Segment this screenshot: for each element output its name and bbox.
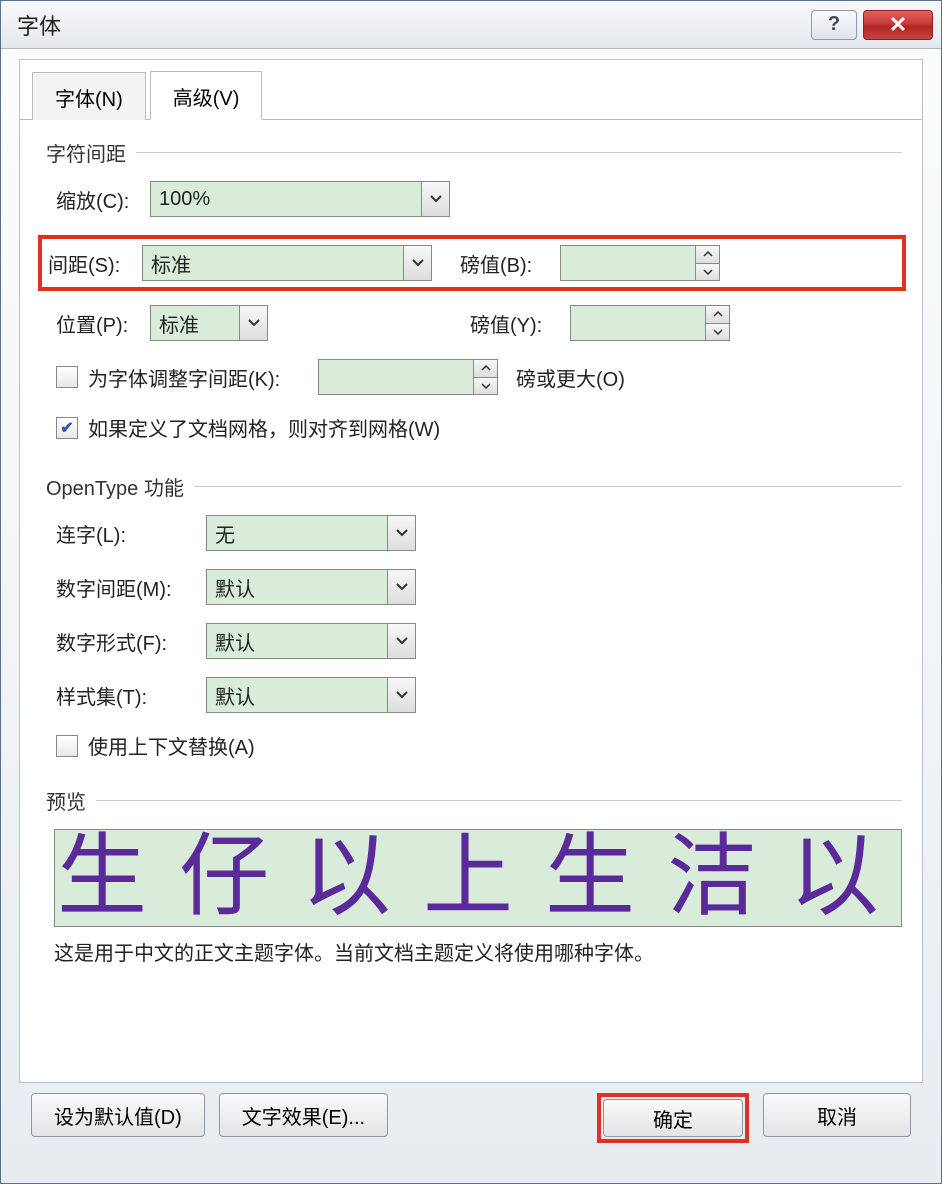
position-combo[interactable]: 标准 — [150, 305, 268, 341]
chevron-down-icon — [403, 246, 431, 280]
style-set-value: 默认 — [207, 678, 387, 712]
spinner-arrows — [705, 306, 729, 340]
tab-font[interactable]: 字体(N) — [32, 72, 146, 120]
ok-button-highlight: 确定 — [597, 1093, 749, 1143]
position-points-spinner[interactable] — [570, 305, 730, 341]
window-title: 字体 — [17, 9, 805, 41]
ok-button[interactable]: 确定 — [603, 1099, 743, 1137]
scale-label: 缩放(C): — [56, 185, 150, 214]
chevron-down-icon — [387, 678, 415, 712]
contextual-alt-checkbox[interactable] — [56, 735, 78, 757]
tab-strip: 字体(N) 高级(V) — [20, 68, 922, 120]
close-button[interactable]: ✕ — [863, 10, 933, 40]
num-form-value: 默认 — [207, 624, 387, 658]
kerning-label: 为字体调整字间距(K): — [88, 363, 318, 392]
spacing-value: 标准 — [143, 246, 403, 280]
kerning-spinner[interactable] — [318, 359, 498, 395]
chevron-down-icon — [387, 516, 415, 550]
content-panel: 字体(N) 高级(V) 字符间距 缩放(C): 100% 间距(S): 标准 — [19, 59, 923, 1083]
spacing-points-label: 磅值(B): — [460, 249, 560, 278]
position-points-value — [571, 306, 705, 340]
preview-box: 生仔以上生洁以 — [54, 829, 902, 927]
preview-description: 这是用于中文的正文主题字体。当前文档主题定义将使用哪种字体。 — [54, 937, 902, 966]
spacing-points-spinner[interactable] — [560, 245, 720, 281]
chevron-down-icon[interactable] — [696, 264, 719, 281]
text-effects-button[interactable]: 文字效果(E)... — [219, 1093, 388, 1137]
spacing-points-value — [561, 246, 695, 280]
num-form-combo[interactable]: 默认 — [206, 623, 416, 659]
group-char-spacing-title: 字符间距 — [46, 138, 902, 167]
position-points-label: 磅值(Y): — [470, 309, 570, 338]
ligatures-label: 连字(L): — [56, 519, 206, 548]
dialog-body: 字体(N) 高级(V) 字符间距 缩放(C): 100% 间距(S): 标准 — [1, 49, 941, 1157]
style-set-label: 样式集(T): — [56, 681, 206, 710]
help-icon: ? — [828, 13, 840, 36]
preview-sample-text: 生仔以上生洁以 — [57, 833, 902, 923]
num-spacing-label: 数字间距(M): — [56, 573, 206, 602]
button-bar: 设为默认值(D) 文字效果(E)... 确定 取消 — [19, 1083, 923, 1143]
num-spacing-combo[interactable]: 默认 — [206, 569, 416, 605]
snap-to-grid-label: 如果定义了文档网格，则对齐到网格(W) — [88, 413, 440, 442]
kerning-suffix: 磅或更大(O) — [516, 363, 625, 392]
kerning-checkbox[interactable] — [56, 366, 78, 388]
group-opentype-title: OpenType 功能 — [46, 472, 902, 501]
chevron-down-icon — [421, 182, 449, 216]
ligatures-combo[interactable]: 无 — [206, 515, 416, 551]
spacing-label: 间距(S): — [48, 249, 142, 278]
chevron-down-icon[interactable] — [706, 324, 729, 341]
titlebar: 字体 ? ✕ — [1, 1, 941, 49]
style-set-combo[interactable]: 默认 — [206, 677, 416, 713]
ligatures-value: 无 — [207, 516, 387, 550]
position-label: 位置(P): — [56, 309, 150, 338]
spacing-row-highlighted: 间距(S): 标准 磅值(B): — [38, 235, 906, 291]
scale-combo[interactable]: 100% — [150, 181, 450, 217]
spacing-combo[interactable]: 标准 — [142, 245, 432, 281]
chevron-up-icon[interactable] — [474, 360, 497, 378]
cancel-button[interactable]: 取消 — [763, 1093, 911, 1137]
section-opentype: OpenType 功能 连字(L): 无 数字间距(M): 默认 — [20, 468, 922, 786]
chevron-down-icon[interactable] — [474, 378, 497, 395]
contextual-alt-label: 使用上下文替换(A) — [88, 731, 255, 760]
set-default-button[interactable]: 设为默认值(D) — [31, 1093, 205, 1137]
position-value: 标准 — [151, 306, 239, 340]
section-char-spacing: 字符间距 缩放(C): 100% 间距(S): 标准 磅值(B): — [20, 120, 922, 468]
num-spacing-value: 默认 — [207, 570, 387, 604]
num-form-label: 数字形式(F): — [56, 627, 206, 656]
spinner-arrows — [473, 360, 497, 394]
chevron-up-icon[interactable] — [706, 306, 729, 324]
chevron-down-icon — [387, 570, 415, 604]
chevron-down-icon — [239, 306, 267, 340]
chevron-up-icon[interactable] — [696, 246, 719, 264]
group-preview-title: 预览 — [46, 786, 902, 815]
tab-advanced[interactable]: 高级(V) — [150, 71, 263, 120]
font-dialog-window: 字体 ? ✕ 字体(N) 高级(V) 字符间距 缩放(C): 100% — [0, 0, 942, 1184]
help-button[interactable]: ? — [811, 10, 857, 40]
close-icon: ✕ — [889, 12, 907, 38]
chevron-down-icon — [387, 624, 415, 658]
kerning-value — [319, 360, 473, 394]
snap-to-grid-checkbox[interactable] — [56, 417, 78, 439]
section-preview: 预览 — [20, 786, 922, 815]
spinner-arrows — [695, 246, 719, 280]
scale-value: 100% — [151, 182, 421, 216]
